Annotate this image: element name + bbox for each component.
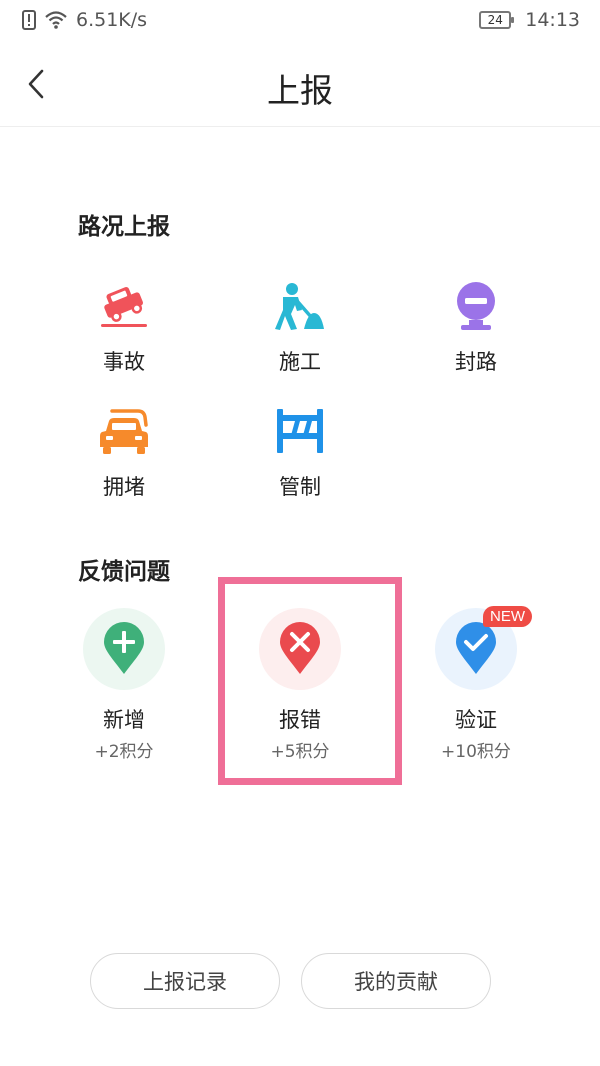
sim-alert-icon	[22, 10, 36, 30]
battery-icon: 24	[479, 11, 515, 29]
report-control[interactable]: 管制	[235, 405, 365, 501]
accident-icon	[101, 287, 147, 327]
highlight-box	[218, 577, 402, 785]
report-traffic-jam-label: 拥堵	[103, 475, 145, 499]
report-records-button[interactable]: 上报记录	[90, 953, 280, 1009]
report-construction[interactable]: 施工	[235, 280, 365, 376]
report-road-closed-label: 封路	[455, 350, 497, 374]
feedback-add-points: +2积分	[94, 742, 154, 762]
wifi-icon	[45, 11, 67, 29]
report-accident-label: 事故	[103, 350, 145, 374]
new-badge: NEW	[483, 606, 532, 627]
road-closed-icon	[457, 282, 495, 330]
report-control-label: 管制	[279, 475, 321, 499]
verify-pin-icon	[456, 622, 496, 674]
status-right: 24 14:13	[479, 9, 580, 31]
control-barrier-icon	[277, 409, 323, 453]
report-traffic-jam[interactable]: 拥堵	[59, 405, 189, 501]
report-construction-label: 施工	[279, 350, 321, 374]
feedback-add-label: 新增	[103, 708, 145, 732]
feedback-verify[interactable]: NEW 验证 +10积分	[401, 606, 551, 762]
status-bar: 6.51K/s 24 14:13	[0, 0, 600, 44]
traffic-jam-icon	[100, 409, 148, 454]
report-road-closed[interactable]: 封路	[411, 280, 541, 376]
section-title-feedback: 反馈问题	[78, 559, 170, 585]
verify-pin-badge: NEW	[435, 606, 532, 690]
feedback-verify-points: +10积分	[441, 742, 511, 762]
status-left: 6.51K/s	[22, 9, 147, 31]
clock: 14:13	[525, 9, 580, 31]
feedback-add[interactable]: 新增 +2积分	[49, 608, 199, 762]
my-contribution-button[interactable]: 我的贡献	[301, 953, 491, 1009]
report-accident[interactable]: 事故	[59, 280, 189, 376]
top-bar: 上报	[0, 44, 600, 127]
page-title: 上报	[267, 71, 333, 110]
add-pin-badge	[83, 608, 165, 690]
net-speed: 6.51K/s	[76, 9, 148, 31]
construction-icon	[275, 283, 324, 330]
feedback-verify-label: 验证	[455, 708, 497, 732]
section-title-road-report: 路况上报	[78, 214, 170, 240]
add-pin-icon	[104, 622, 144, 674]
